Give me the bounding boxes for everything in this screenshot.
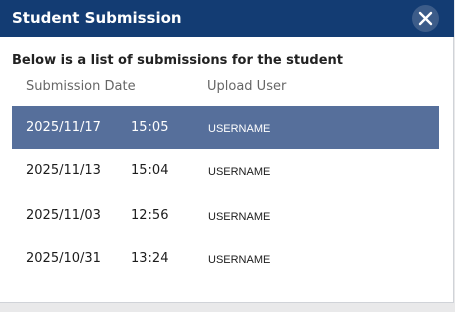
upload-user: USERNAME xyxy=(208,166,271,178)
submission-date: 2025/11/13 xyxy=(26,163,101,178)
student-submission-dialog: Student Submission Below is a list of su… xyxy=(0,0,454,303)
submission-date: 2025/11/03 xyxy=(26,208,101,223)
close-button[interactable] xyxy=(412,5,439,32)
submission-row[interactable]: 2025/10/31 13:24 USERNAME xyxy=(12,237,439,280)
submission-time: 12:56 xyxy=(131,208,169,223)
upload-user: USERNAME xyxy=(208,211,271,223)
close-x-icon xyxy=(418,11,433,26)
upload-user: USERNAME xyxy=(208,254,271,266)
submission-row[interactable]: 2025/11/17 15:05 USERNAME xyxy=(12,106,439,149)
submission-row[interactable]: 2025/11/13 15:04 USERNAME xyxy=(12,149,439,192)
submission-row[interactable]: 2025/11/03 12:56 USERNAME xyxy=(12,194,439,237)
submission-list-intro: Below is a list of submissions for the s… xyxy=(12,53,343,68)
dialog-title: Student Submission xyxy=(12,9,182,27)
column-header-submission-date: Submission Date xyxy=(26,79,136,94)
submission-date: 2025/11/17 xyxy=(26,120,101,135)
submission-time: 13:24 xyxy=(131,251,169,266)
column-header-upload-user: Upload User xyxy=(207,79,287,94)
submission-time: 15:05 xyxy=(131,120,169,135)
submission-time: 15:04 xyxy=(131,163,169,178)
submission-date: 2025/10/31 xyxy=(26,251,101,266)
upload-user: USERNAME xyxy=(208,123,271,135)
dialog-title-bar: Student Submission xyxy=(0,0,454,37)
